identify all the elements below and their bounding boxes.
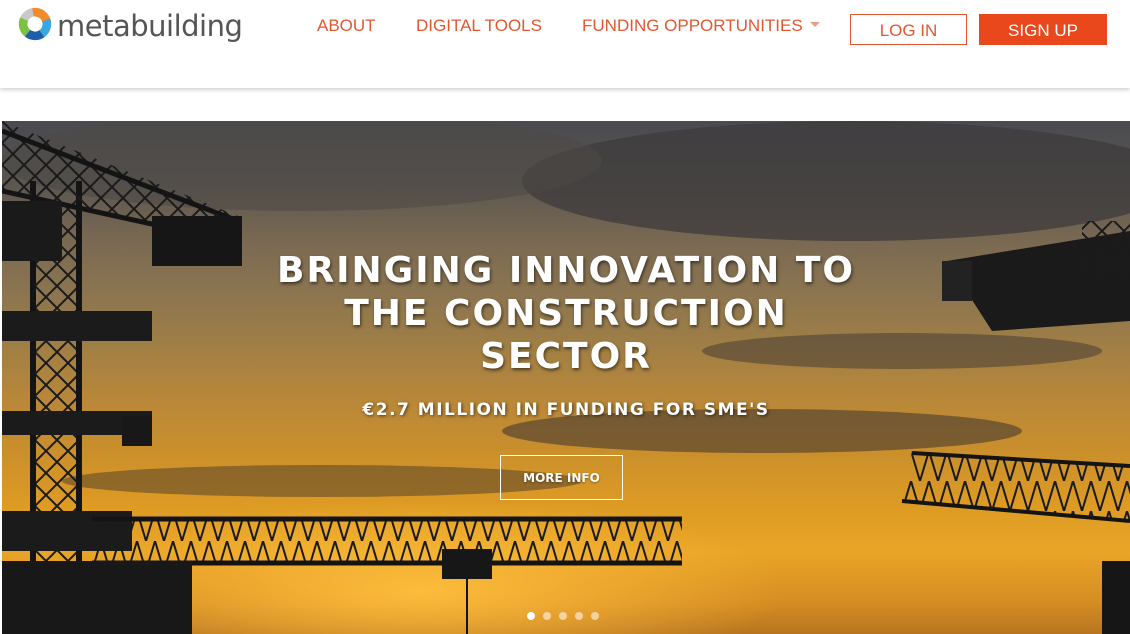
carousel-dot[interactable] bbox=[543, 612, 551, 620]
site-header: metabuilding ABOUT DIGITAL TOOLS FUNDING… bbox=[0, 0, 1130, 88]
hero-title: BRINGING INNOVATION TO THE CONSTRUCTION … bbox=[277, 250, 855, 377]
logo-wordmark: metabuilding bbox=[57, 9, 243, 43]
site-logo[interactable]: metabuilding bbox=[16, 5, 243, 48]
carousel-dot[interactable] bbox=[559, 612, 567, 620]
more-info-button[interactable]: MORE INFO bbox=[500, 455, 623, 500]
nav-about[interactable]: ABOUT bbox=[317, 16, 376, 38]
nav-funding-opportunities[interactable]: FUNDING OPPORTUNITIES bbox=[582, 16, 820, 38]
hero-carousel: BRINGING INNOVATION TO THE CONSTRUCTION … bbox=[2, 121, 1130, 634]
nav-digital-tools[interactable]: DIGITAL TOOLS bbox=[416, 16, 542, 38]
carousel-dot[interactable] bbox=[575, 612, 583, 620]
login-button[interactable]: LOG IN bbox=[850, 14, 967, 45]
nav-funding-label: FUNDING OPPORTUNITIES bbox=[582, 16, 803, 35]
signup-button[interactable]: SIGN UP bbox=[979, 14, 1107, 45]
metabuilding-ring-logo-icon bbox=[16, 5, 54, 48]
hero-subtitle: €2.7 MILLION IN FUNDING FOR SME'S bbox=[362, 400, 770, 420]
carousel-dot[interactable] bbox=[527, 612, 535, 620]
caret-down-icon bbox=[809, 22, 820, 28]
carousel-dot[interactable] bbox=[591, 612, 599, 620]
carousel-pagination bbox=[527, 612, 599, 620]
